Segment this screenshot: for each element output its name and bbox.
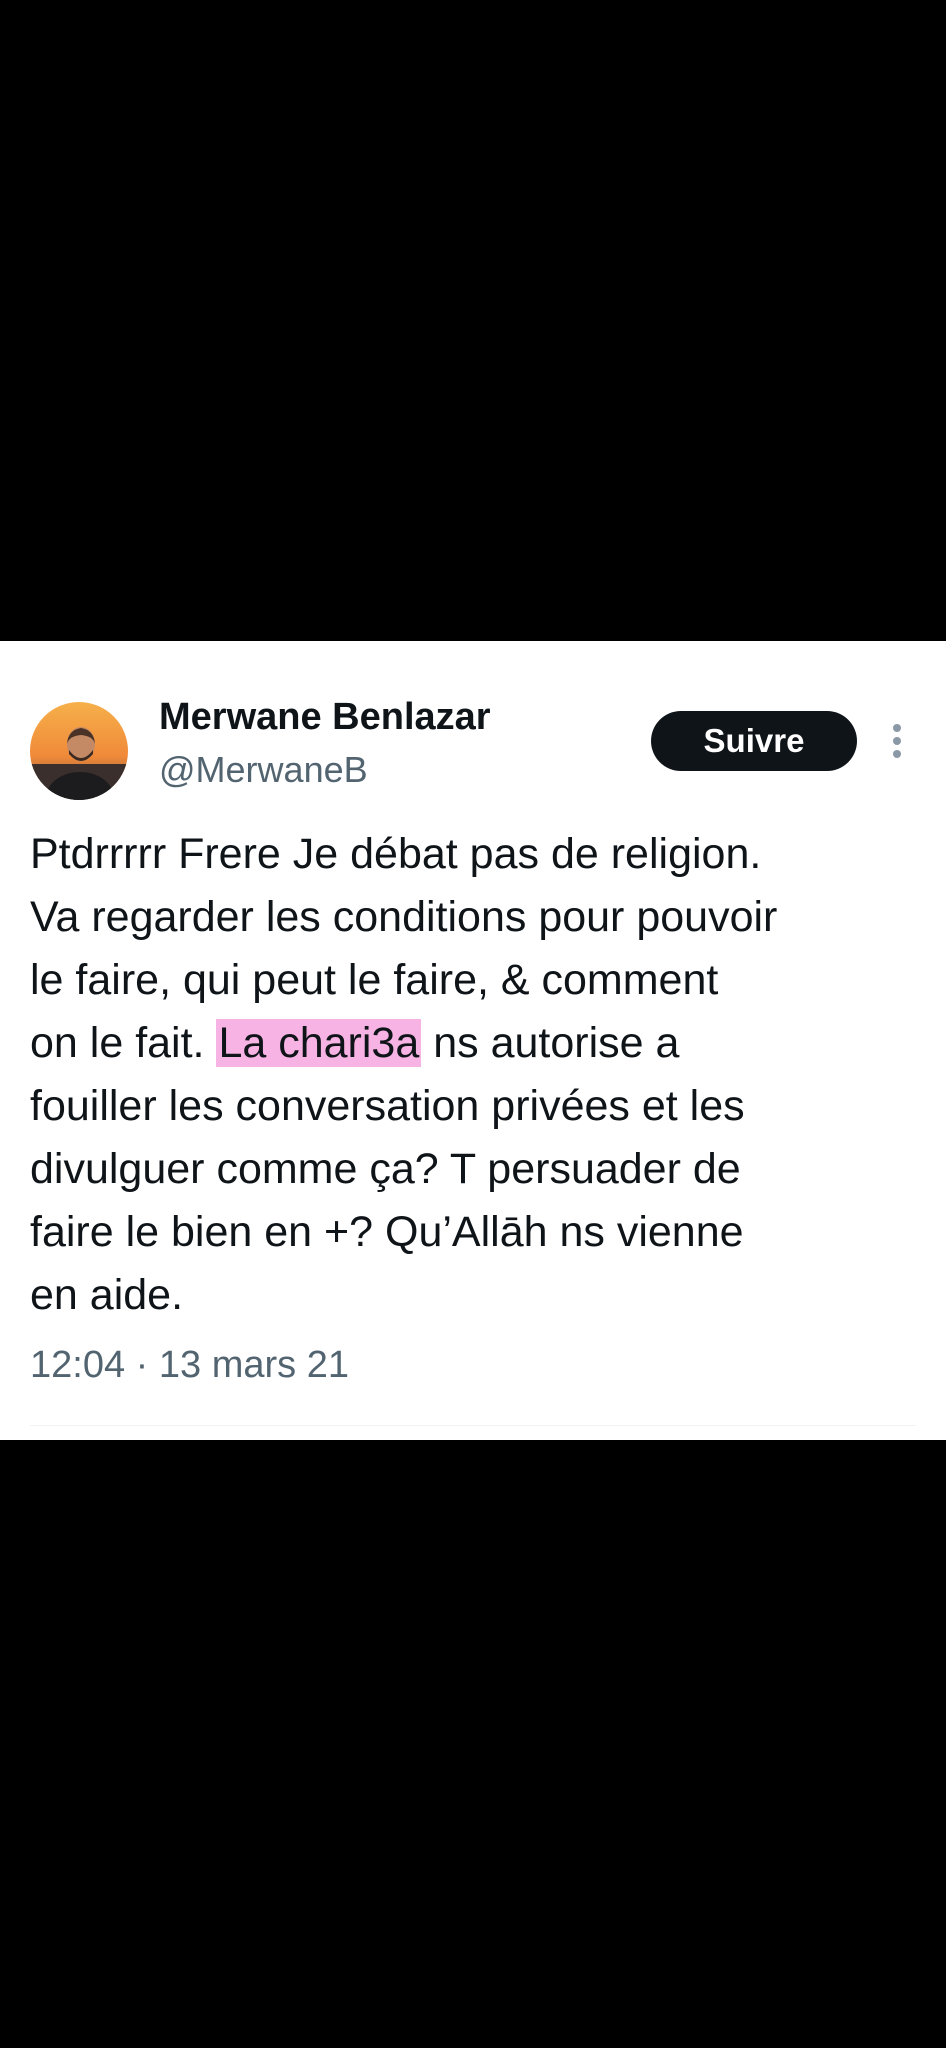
tweet-line: fouiller les conversation privées et les [30, 1082, 745, 1130]
top-black-area [0, 0, 946, 641]
more-options-icon[interactable] [884, 711, 910, 771]
tweet-line: Va regarder les conditions pour pouvoir [30, 893, 778, 941]
author-display-name[interactable]: Merwane Benlazar [159, 696, 491, 739]
tweet-timestamp[interactable]: 12:04 · 13 mars 21 [30, 1344, 349, 1387]
tweet-line: le faire, qui peut le faire, & comment [30, 956, 719, 1004]
tweet-text: Ptdrrrrr Frere Je débat pas de religion.… [30, 823, 930, 1327]
tweet-segment: ns autorise a [433, 1019, 680, 1067]
tweet-segment: on le fait. [30, 1019, 205, 1067]
bottom-black-area [0, 1440, 946, 2048]
tweet-line: Ptdrrrrr Frere Je débat pas de religion. [30, 830, 762, 878]
profile-photo-icon [30, 702, 128, 800]
follow-button[interactable]: Suivre [651, 711, 857, 771]
author-handle[interactable]: @MerwaneB [159, 749, 368, 791]
highlighted-text: La chari3a [216, 1019, 422, 1067]
tweet-line: on le fait. La chari3a ns autorise a [30, 1012, 930, 1075]
tweet-card: Merwane Benlazar @MerwaneB Suivre Ptdrrr… [0, 641, 946, 1440]
divider [30, 1425, 916, 1426]
tweet-line: en aide. [30, 1271, 184, 1319]
tweet-line: faire le bien en +? Qu’Allāh ns vienne [30, 1208, 744, 1256]
avatar[interactable] [30, 702, 128, 800]
tweet-line: divulguer comme ça? T persuader de [30, 1145, 741, 1193]
